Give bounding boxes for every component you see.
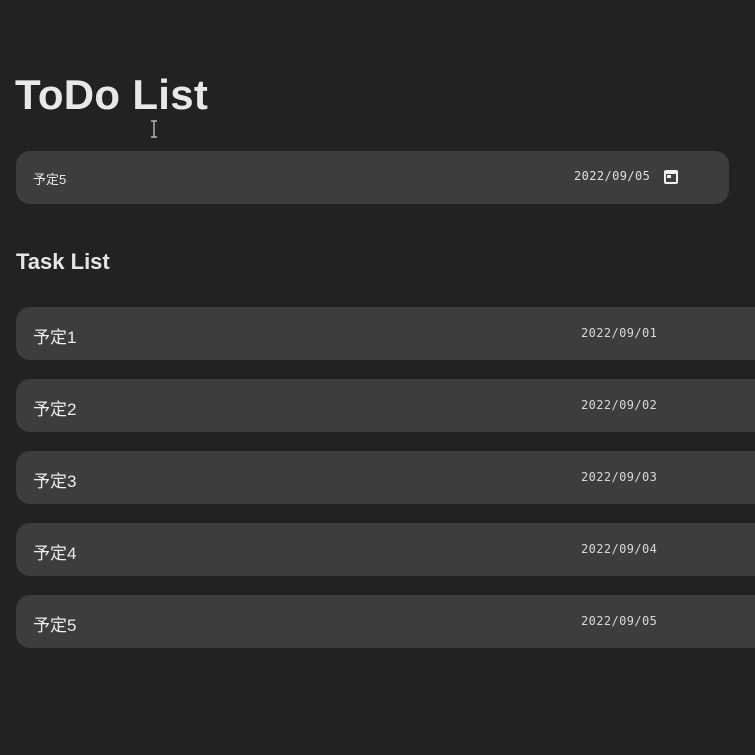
task-list-title: Task List: [16, 249, 110, 274]
task-date: 2022/09/01: [581, 326, 658, 340]
task-item[interactable]: 予定5 2022/09/05: [16, 595, 755, 648]
new-task-form: 2022/09/05: [16, 151, 729, 204]
task-date: 2022/09/04: [581, 542, 658, 556]
task-date-input[interactable]: 2022/09/05: [574, 169, 650, 183]
task-date: 2022/09/05: [581, 614, 658, 628]
text-cursor-icon: [151, 120, 157, 138]
task-item[interactable]: 予定3 2022/09/03: [16, 451, 755, 504]
task-list: 予定1 2022/09/01 予定2 2022/09/02 予定3 2022/0…: [16, 307, 755, 667]
task-name-input[interactable]: [33, 169, 333, 187]
task-date: 2022/09/03: [581, 470, 658, 484]
task-item[interactable]: 予定2 2022/09/02: [16, 379, 755, 432]
task-date: 2022/09/02: [581, 398, 658, 412]
task-name: 予定3: [33, 472, 77, 491]
page-title: ToDo List: [15, 71, 209, 118]
task-item[interactable]: 予定4 2022/09/04: [16, 523, 755, 576]
task-name: 予定4: [33, 544, 77, 563]
task-name: 予定2: [33, 400, 77, 419]
todo-page: ToDo List 2022/09/05 Task List 予定1 2022/…: [0, 0, 755, 755]
task-name: 予定1: [33, 328, 77, 347]
task-item[interactable]: 予定1 2022/09/01: [16, 307, 755, 360]
task-name: 予定5: [33, 616, 77, 635]
calendar-icon[interactable]: [663, 169, 679, 185]
